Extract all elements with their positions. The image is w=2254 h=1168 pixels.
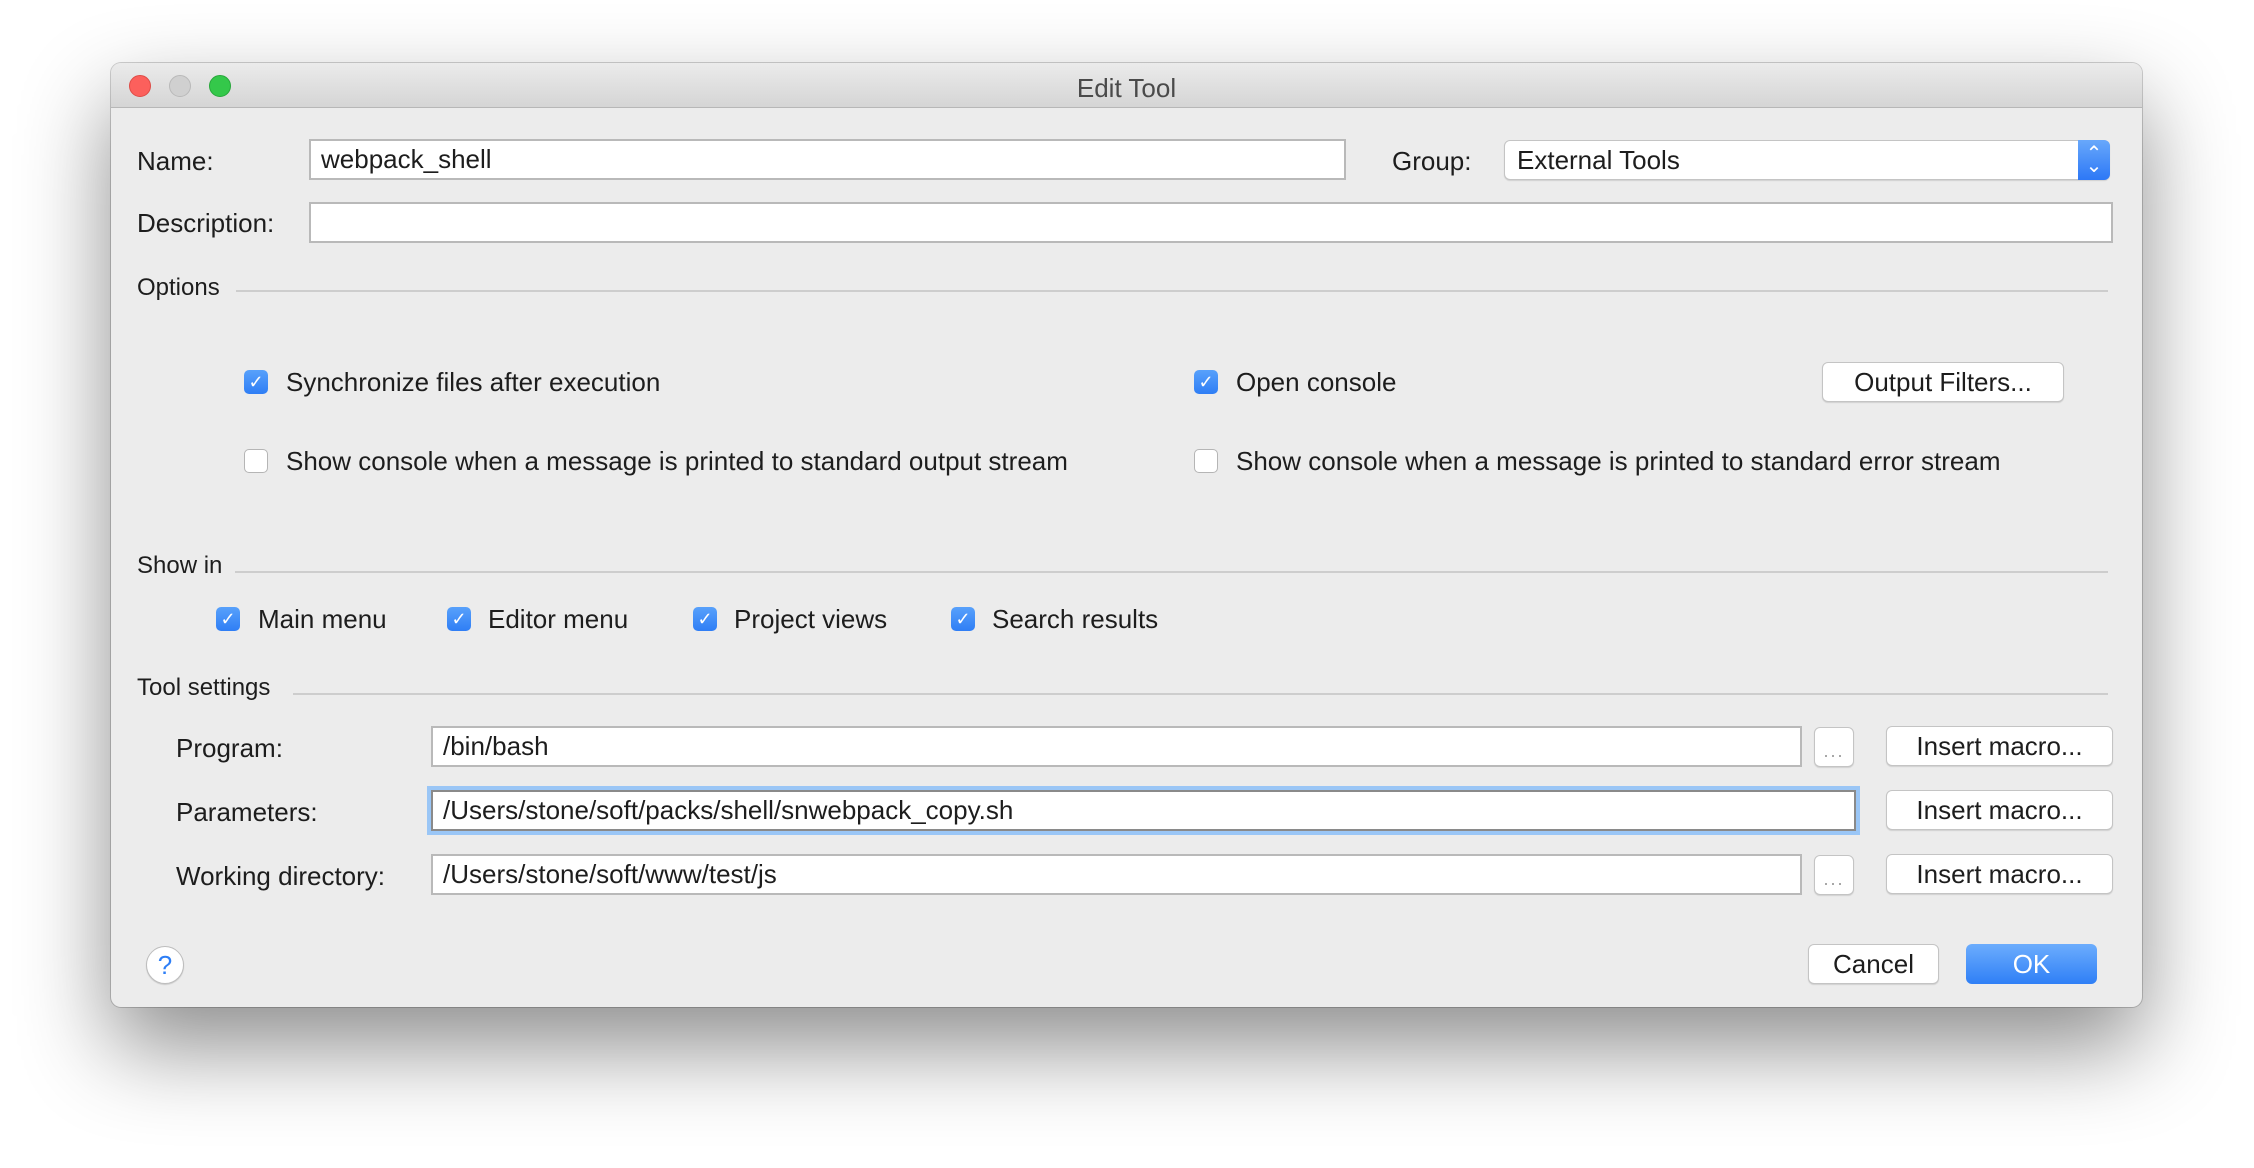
options-heading: Options <box>137 274 220 301</box>
name-label: Name: <box>137 146 214 176</box>
check-icon: ✓ <box>697 609 713 629</box>
program-browse-button[interactable]: ... <box>1814 727 1854 767</box>
show-in-project-views-label: Project views <box>734 604 888 634</box>
check-icon: ✓ <box>451 609 467 629</box>
show-in-project-views-checkbox[interactable]: ✓ <box>693 607 717 631</box>
program-insert-macro-button[interactable]: Insert macro... <box>1886 726 2113 766</box>
working-directory-insert-macro-button[interactable]: Insert macro... <box>1886 854 2113 894</box>
show-in-heading: Show in <box>137 552 223 579</box>
open-console-label: Open console <box>1236 367 1397 397</box>
description-input[interactable] <box>309 202 2113 243</box>
description-label: Description: <box>137 208 275 238</box>
tool-settings-divider <box>293 693 2108 695</box>
show-in-divider <box>235 571 2108 573</box>
show-in-search-results-label: Search results <box>992 604 1159 634</box>
show-in-editor-menu-label: Editor menu <box>488 604 629 634</box>
program-label: Program: <box>176 733 283 763</box>
group-select[interactable]: External Tools ⌃ ⌄ <box>1504 140 2110 180</box>
options-divider <box>236 290 2108 292</box>
ok-button[interactable]: OK <box>1966 944 2097 984</box>
show-console-stderr-checkbox[interactable] <box>1194 449 1218 473</box>
show-in-main-menu-checkbox[interactable]: ✓ <box>216 607 240 631</box>
help-button[interactable]: ? <box>146 946 184 984</box>
edit-tool-dialog: Edit Tool Name: webpack_shell Group: Ext… <box>111 63 2142 1007</box>
program-input[interactable]: /bin/bash <box>431 726 1802 767</box>
tool-settings-heading: Tool settings <box>137 674 271 701</box>
cancel-button[interactable]: Cancel <box>1808 944 1939 984</box>
show-console-stdout-checkbox[interactable] <box>244 449 268 473</box>
parameters-label: Parameters: <box>176 797 318 827</box>
check-icon: ✓ <box>248 372 264 392</box>
chevron-down-icon: ⌄ <box>2085 155 2103 177</box>
show-console-stdout-label: Show console when a message is printed t… <box>286 446 1068 476</box>
show-in-search-results-checkbox[interactable]: ✓ <box>951 607 975 631</box>
show-in-main-menu-label: Main menu <box>258 604 387 634</box>
working-directory-label: Working directory: <box>176 861 386 891</box>
help-question-icon: ? <box>157 950 173 980</box>
working-directory-browse-button[interactable]: ... <box>1814 855 1854 895</box>
group-select-value: External Tools <box>1517 145 1680 175</box>
check-icon: ✓ <box>1198 372 1214 392</box>
working-directory-input[interactable]: /Users/stone/soft/www/test/js <box>431 854 1802 895</box>
sync-files-label: Synchronize files after execution <box>286 367 661 397</box>
open-console-checkbox[interactable]: ✓ <box>1194 370 1218 394</box>
name-input[interactable]: webpack_shell <box>309 139 1346 180</box>
show-in-editor-menu-checkbox[interactable]: ✓ <box>447 607 471 631</box>
title-bar: Edit Tool <box>111 63 2142 108</box>
parameters-insert-macro-button[interactable]: Insert macro... <box>1886 790 2113 830</box>
check-icon: ✓ <box>220 609 236 629</box>
select-updown-icon: ⌃ ⌄ <box>2078 140 2110 180</box>
window-title: Edit Tool <box>1076 73 1177 103</box>
sync-files-checkbox[interactable]: ✓ <box>244 370 268 394</box>
show-console-stderr-label: Show console when a message is printed t… <box>1236 446 2001 476</box>
output-filters-button[interactable]: Output Filters... <box>1822 362 2064 402</box>
group-label: Group: <box>1392 146 1472 176</box>
parameters-input[interactable]: /Users/stone/soft/packs/shell/snwebpack_… <box>431 790 1856 831</box>
check-icon: ✓ <box>955 609 971 629</box>
